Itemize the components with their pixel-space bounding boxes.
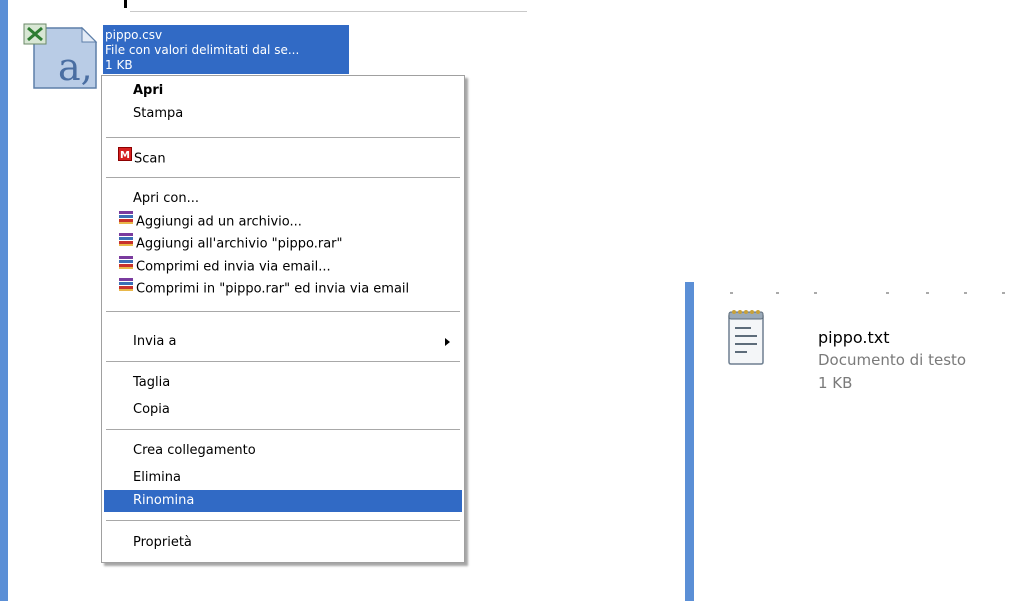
explorer-sidebar-edge	[0, 0, 8, 601]
menu-item-elimina[interactable]: Elimina	[104, 467, 462, 489]
menu-item-aggiungi-pippo-rar[interactable]: Aggiungi all'archivio "pippo.rar"	[104, 233, 462, 255]
menu-item-taglia[interactable]: Taglia	[104, 372, 462, 394]
menu-item-copia[interactable]: Copia	[104, 399, 462, 421]
menu-item-comprimi-pippo-rar-email[interactable]: Comprimi in "pippo.rar" ed invia via ema…	[104, 278, 462, 300]
menu-item-comprimi-email[interactable]: Comprimi ed invia via email...	[104, 256, 462, 278]
menu-item-apri[interactable]: Apri	[104, 80, 462, 102]
winrar-icon	[118, 277, 134, 299]
menu-separator	[106, 311, 460, 312]
explorer-sidebar-edge	[685, 282, 694, 601]
menu-separator	[106, 137, 460, 138]
menu-item-rinomina[interactable]: Rinomina	[104, 490, 462, 512]
winrar-icon	[118, 255, 134, 277]
menu-separator	[106, 520, 460, 521]
menu-item-stampa[interactable]: Stampa	[104, 103, 462, 125]
file-name: pippo.csv	[105, 28, 163, 42]
notepad-file-icon[interactable]	[721, 308, 769, 366]
file-size: 1 KB	[105, 58, 133, 72]
renamed-file-size: 1 KB	[818, 374, 853, 392]
menu-item-proprieta[interactable]: Proprietà	[104, 532, 462, 554]
context-menu: Apri Stampa M Scan Apri con... Aggiungi …	[101, 75, 465, 563]
submenu-arrow-icon	[445, 338, 450, 346]
menu-item-apri-con[interactable]: Apri con...	[104, 188, 462, 210]
renamed-file-type: Documento di testo	[818, 351, 967, 369]
divider	[730, 292, 1015, 296]
excel-csv-file-icon[interactable]: a,	[22, 22, 100, 92]
renamed-file-name[interactable]: pippo.txt	[818, 328, 890, 347]
menu-separator	[106, 177, 460, 178]
svg-text:M: M	[120, 150, 130, 161]
selected-file-label[interactable]: pippo.csv File con valori delimitati dal…	[103, 25, 349, 74]
menu-item-crea-collegamento[interactable]: Crea collegamento	[104, 440, 462, 462]
menu-item-aggiungi-archivio[interactable]: Aggiungi ad un archivio...	[104, 211, 462, 233]
explorer-pane-left: a, pippo.csv File con valori delimitati …	[0, 0, 527, 601]
menu-separator	[106, 429, 460, 430]
menu-separator	[106, 361, 460, 362]
svg-text:a,: a,	[58, 45, 93, 89]
winrar-icon	[118, 232, 134, 254]
menu-item-scan[interactable]: M Scan	[104, 147, 462, 170]
divider	[130, 11, 527, 12]
mcafee-scan-icon: M	[118, 147, 132, 169]
file-type: File con valori delimitati dal se...	[105, 43, 300, 57]
winrar-icon	[118, 210, 134, 232]
explorer-pane-right: pippo.txt Documento di testo 1 KB	[685, 282, 1015, 601]
heading-fragment	[112, 0, 152, 8]
menu-item-invia-a[interactable]: Invia a	[104, 331, 462, 353]
